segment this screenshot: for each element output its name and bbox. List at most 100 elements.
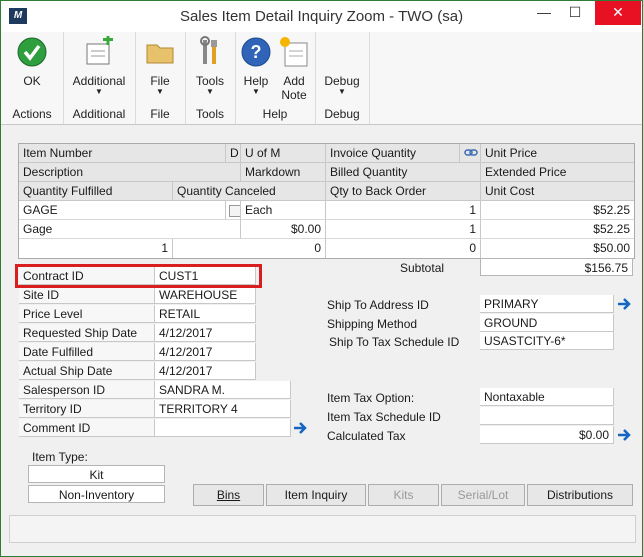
calculated-tax-label: Calculated Tax bbox=[327, 429, 406, 443]
date-fulfilled-value[interactable]: 4/12/2017 bbox=[155, 343, 256, 361]
col-markdown: Markdown bbox=[241, 163, 326, 181]
add-note-button[interactable]: Add Note bbox=[275, 36, 313, 102]
help-button[interactable]: ? Help ▼ bbox=[237, 36, 275, 96]
col-quantity-fulfilled: Quantity Fulfilled bbox=[19, 182, 173, 200]
item-inquiry-button[interactable]: Item Inquiry bbox=[266, 484, 366, 506]
group-label-additional: Additional bbox=[72, 107, 126, 121]
chevron-down-icon: ▼ bbox=[156, 87, 164, 96]
chevron-down-icon: ▼ bbox=[206, 87, 214, 96]
comment-id-label: Comment ID bbox=[19, 419, 155, 437]
comment-id-value[interactable] bbox=[155, 419, 291, 437]
chevron-down-icon: ▼ bbox=[252, 87, 260, 96]
col-description: Description bbox=[19, 163, 241, 181]
folder-icon bbox=[144, 36, 176, 68]
ribbon-group-debug: Debug ▼ Debug bbox=[315, 32, 370, 124]
item-tax-option-value[interactable]: Nontaxable bbox=[480, 388, 614, 406]
territory-id-value[interactable]: TERRITORY 4 bbox=[155, 400, 291, 418]
tools-button[interactable]: Tools ▼ bbox=[191, 36, 229, 96]
invoice-quantity-value[interactable]: 1 bbox=[326, 201, 481, 220]
group-label-file: File bbox=[150, 107, 170, 121]
markdown-value[interactable]: $0.00 bbox=[241, 220, 326, 239]
extended-price-value[interactable]: $52.25 bbox=[481, 220, 634, 239]
minimize-button[interactable]: — bbox=[529, 1, 559, 25]
svg-text:?: ? bbox=[251, 42, 262, 62]
salesperson-id-label: Salesperson ID bbox=[19, 381, 155, 399]
item-tax-schedule-value[interactable] bbox=[480, 407, 614, 425]
item-detail-grid: Item Number D U of M Invoice Quantity Un… bbox=[18, 143, 635, 259]
subtotal-label: Subtotal bbox=[400, 261, 445, 275]
requested-ship-date-label: Requested Ship Date bbox=[19, 324, 155, 342]
quantity-canceled-value[interactable]: 0 bbox=[173, 239, 326, 258]
link-icon bbox=[464, 149, 478, 156]
group-label-actions: Actions bbox=[12, 107, 52, 121]
drop-ship-checkbox[interactable] bbox=[229, 205, 240, 217]
help-icon: ? bbox=[240, 36, 272, 68]
kits-button[interactable]: Kits bbox=[368, 484, 439, 506]
chevron-down-icon: ▼ bbox=[95, 87, 103, 96]
quantity-fulfilled-value[interactable]: 1 bbox=[19, 239, 173, 258]
maximize-button[interactable]: ☐ bbox=[560, 1, 590, 25]
date-fulfilled-label: Date Fulfilled bbox=[19, 343, 155, 361]
item-number-value[interactable]: GAGE bbox=[19, 201, 226, 220]
distributions-button[interactable]: Distributions bbox=[527, 484, 633, 506]
ship-to-address-arrow-icon[interactable] bbox=[616, 296, 632, 312]
description-value[interactable]: Gage bbox=[19, 220, 241, 239]
serial-lot-button[interactable]: Serial/Lot bbox=[441, 484, 525, 506]
subtotal-value: $156.75 bbox=[480, 258, 633, 276]
calculated-tax-arrow-icon[interactable] bbox=[616, 427, 632, 443]
add-note-label: Add bbox=[283, 74, 305, 88]
billed-quantity-value[interactable]: 1 bbox=[326, 220, 481, 239]
col-unit-cost: Unit Cost bbox=[485, 184, 535, 198]
ribbon-toolbar: OK Actions Additional ▼ Additional File … bbox=[1, 32, 642, 125]
territory-id-label: Territory ID bbox=[19, 400, 155, 418]
requested-ship-date-value[interactable]: 4/12/2017 bbox=[155, 324, 256, 342]
ship-to-tax-schedule-value[interactable]: USASTCITY-6* bbox=[480, 332, 614, 350]
drop-ship-checkbox-cell[interactable] bbox=[226, 201, 241, 220]
price-level-value[interactable]: RETAIL bbox=[155, 305, 256, 323]
comment-id-arrow-icon[interactable] bbox=[292, 420, 308, 436]
additional-button[interactable]: Additional ▼ bbox=[67, 35, 131, 96]
grid-header-row: Description Markdown Billed Quantity Ext… bbox=[19, 163, 634, 182]
link-icon-cell[interactable] bbox=[460, 144, 481, 162]
col-u-of-m: U of M bbox=[241, 144, 326, 162]
u-of-m-value[interactable]: Each bbox=[241, 201, 326, 220]
salesperson-id-value[interactable]: SANDRA M. bbox=[155, 381, 291, 399]
chevron-down-icon: ▼ bbox=[338, 87, 346, 96]
group-label-tools: Tools bbox=[195, 107, 224, 121]
site-id-value[interactable]: WAREHOUSE bbox=[155, 286, 256, 304]
close-button[interactable]: ✕ bbox=[595, 1, 641, 25]
col-d: D bbox=[226, 144, 241, 162]
unit-cost-value[interactable]: $50.00 bbox=[481, 239, 634, 258]
title-bar: M Sales Item Detail Inquiry Zoom - TWO (… bbox=[1, 1, 642, 32]
help-label: Help bbox=[243, 74, 269, 88]
ship-to-address-label: Ship To Address ID bbox=[327, 298, 429, 312]
item-tax-schedule-label: Item Tax Schedule ID bbox=[327, 410, 441, 424]
qty-back-order-value[interactable]: 0 bbox=[326, 239, 481, 258]
col-extended-price: Extended Price bbox=[485, 165, 567, 179]
calculated-tax-value[interactable]: $0.00 bbox=[480, 426, 614, 444]
ok-label: OK bbox=[23, 74, 41, 88]
shipping-method-label: Shipping Method bbox=[327, 317, 418, 331]
add-note-label-2: Note bbox=[281, 88, 307, 102]
tools-label: Tools bbox=[195, 74, 224, 88]
bins-button[interactable]: Bins bbox=[193, 484, 264, 506]
actual-ship-date-value[interactable]: 4/12/2017 bbox=[155, 362, 256, 380]
additional-label: Additional bbox=[72, 74, 126, 88]
file-label: File bbox=[150, 74, 170, 88]
status-bar bbox=[9, 515, 636, 543]
ok-button[interactable]: OK bbox=[11, 36, 53, 88]
ship-to-address-value[interactable]: PRIMARY bbox=[480, 295, 614, 313]
content-area: Item Number D U of M Invoice Quantity Un… bbox=[1, 125, 642, 556]
col-unit-price: Unit Price bbox=[485, 146, 538, 160]
col-item-number: Item Number bbox=[19, 144, 226, 162]
shipping-method-value[interactable]: GROUND bbox=[480, 314, 614, 332]
ribbon-group-tools: Tools ▼ Tools bbox=[185, 32, 236, 124]
debug-button[interactable]: Debug ▼ bbox=[319, 36, 365, 96]
ribbon-group-help: ? Help ▼ Add Note Help bbox=[235, 32, 316, 124]
grid-header-row: Quantity Fulfilled Quantity Canceled Qty… bbox=[19, 182, 634, 201]
group-label-debug: Debug bbox=[324, 107, 360, 121]
unit-price-value[interactable]: $52.25 bbox=[481, 201, 634, 220]
file-button[interactable]: File ▼ bbox=[141, 36, 179, 96]
col-invoice-quantity: Invoice Quantity bbox=[326, 144, 460, 162]
tools-icon bbox=[194, 36, 226, 68]
